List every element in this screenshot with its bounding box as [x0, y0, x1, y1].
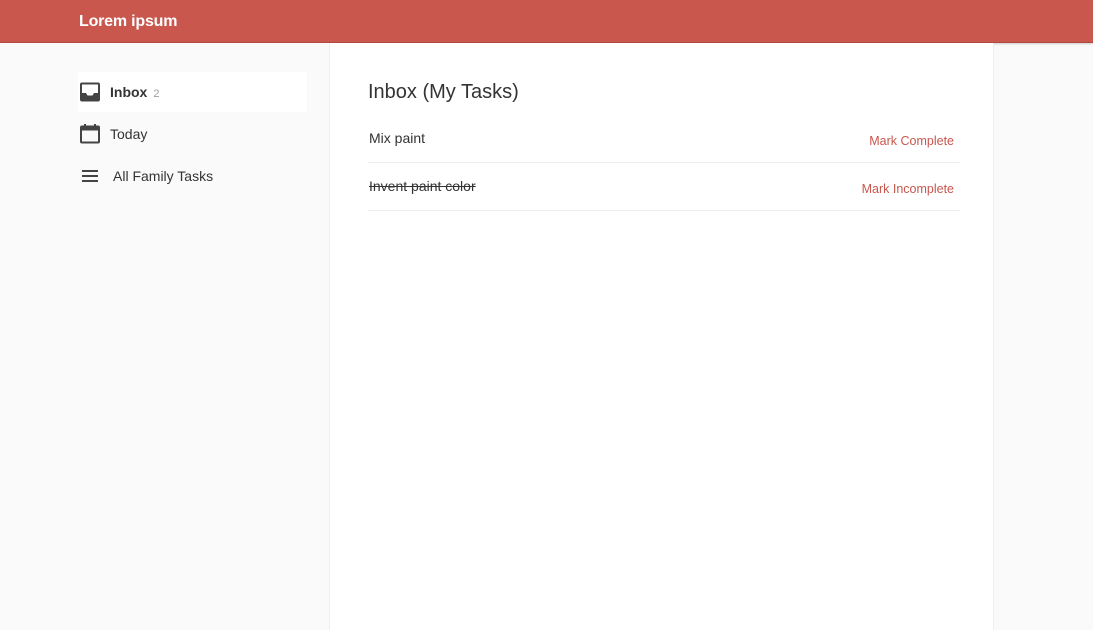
sidebar: Inbox 2 Today All Family Tasks [0, 43, 330, 630]
calendar-icon [80, 124, 100, 144]
sidebar-item-label: Inbox 2 [110, 84, 160, 100]
inbox-icon [80, 82, 100, 102]
mark-complete-button[interactable]: Mark Complete [869, 133, 954, 149]
task-list: Mix paint Mark Complete Invent paint col… [368, 115, 960, 211]
main-panel: Inbox (My Tasks) Mix paint Mark Complete… [330, 43, 994, 630]
sidebar-item-inbox[interactable]: Inbox 2 [78, 72, 307, 112]
task-name: Mix paint [369, 130, 426, 146]
task-row: Invent paint color Mark Incomplete [368, 163, 960, 211]
sidebar-item-label: All Family Tasks [113, 168, 214, 184]
page-title: Inbox (My Tasks) [368, 81, 519, 103]
app-title[interactable]: Lorem ipsum [79, 11, 177, 33]
sidebar-item-all-family-tasks[interactable]: All Family Tasks [78, 156, 307, 196]
sidebar-item-today[interactable]: Today [78, 114, 307, 154]
task-name-completed: Invent paint color [369, 178, 476, 194]
inbox-count-badge: 2 [153, 88, 160, 100]
list-icon [82, 170, 98, 182]
top-bar: Lorem ipsum [0, 0, 1093, 43]
mark-incomplete-button[interactable]: Mark Incomplete [862, 181, 954, 197]
task-row: Mix paint Mark Complete [368, 115, 960, 163]
sidebar-item-label: Today [110, 126, 148, 142]
